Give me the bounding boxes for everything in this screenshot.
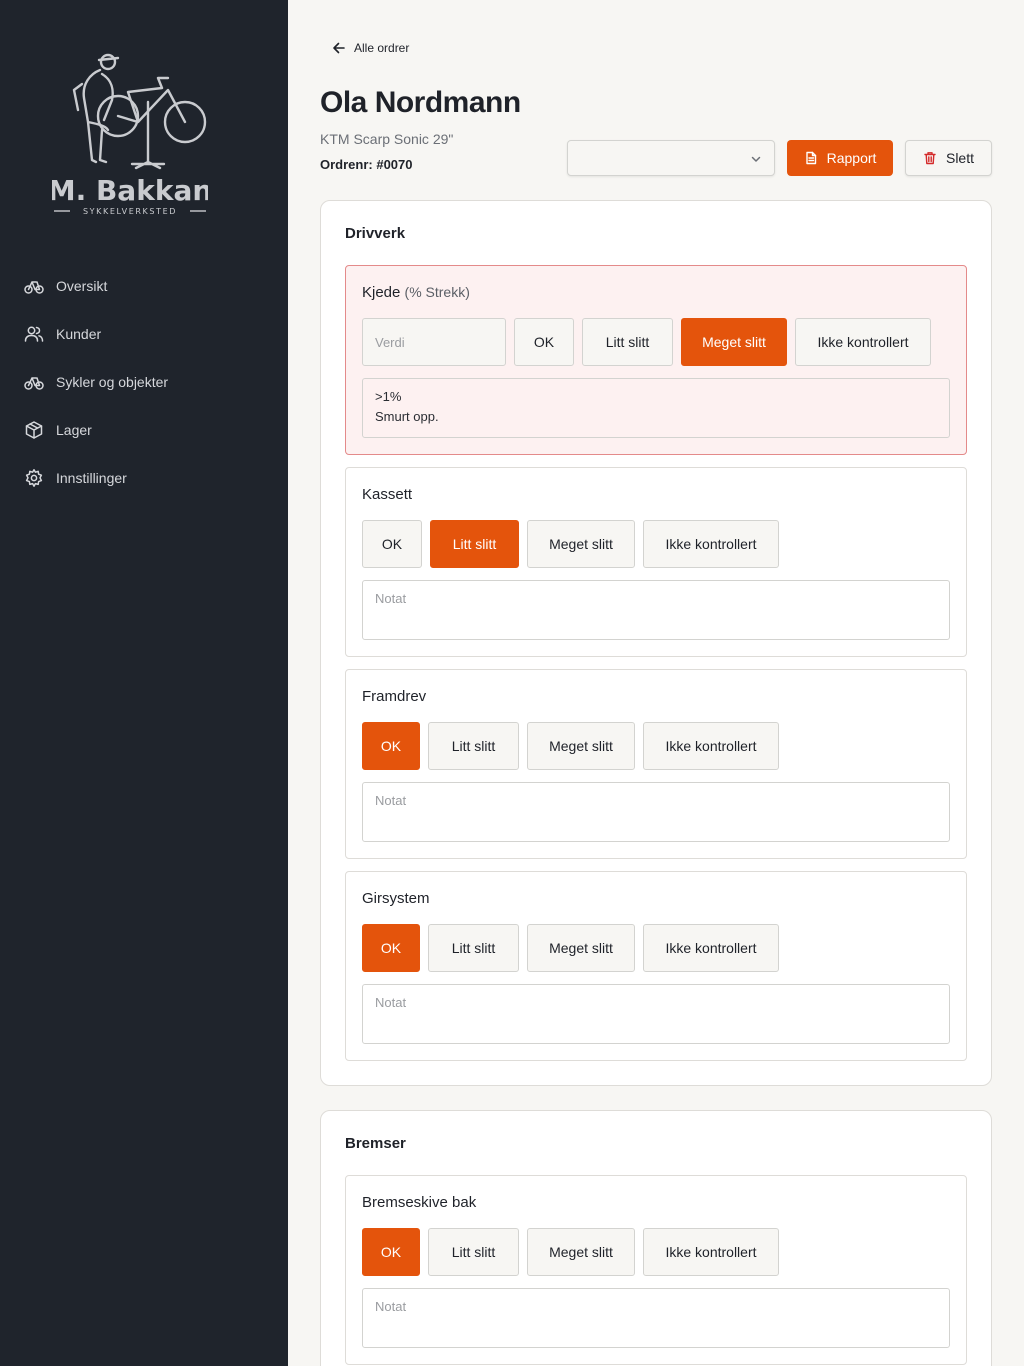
option-meget-slitt[interactable]: Meget slitt [527,1228,635,1276]
report-button-label: Rapport [826,150,877,166]
inspection-item-bremseskive-bak: Bremseskive bak OK Litt slitt Meget slit… [345,1175,967,1365]
sidebar-item-oversikt[interactable]: Oversikt [0,262,288,310]
page-title: Ola Nordmann [320,86,521,119]
bike-icon [24,377,44,390]
sidebar-item-label: Oversikt [56,278,108,294]
document-icon [805,151,816,165]
option-litt-slitt[interactable]: Litt slitt [428,1228,519,1276]
gear-icon [25,469,43,487]
bike-model: KTM Scarp Sonic 29" [320,131,454,147]
note-textarea[interactable]: Notat [362,984,950,1044]
bike-icon [24,281,44,294]
logo: M. Bakkan SYKKELVERKSTED [52,53,208,216]
option-litt-slitt[interactable]: Litt slitt [430,520,519,568]
main-nav: Oversikt Kunder Sykler og objekter Lager… [0,262,288,502]
condition-options: OK Litt slitt Meget slitt Ikke kontrolle… [362,1228,779,1276]
note-line: Smurt opp. [375,409,439,424]
back-to-orders-link[interactable]: Alle ordrer [332,38,409,58]
option-litt-slitt[interactable]: Litt slitt [428,924,519,972]
trash-icon [924,152,936,165]
box-icon [25,421,43,439]
sidebar-item-label: Kunder [56,326,102,342]
option-ikke-kontrollert[interactable]: Ikke kontrollert [643,520,779,568]
value-input[interactable]: Verdi [362,318,506,366]
section-drivverk: Drivverk Kjede (% Strekk) Verdi OK Litt … [320,200,992,1086]
item-title-text: Kjede [362,284,401,301]
report-button[interactable]: Rapport [787,140,893,176]
sidebar-item-sykler[interactable]: Sykler og objekter [0,358,288,406]
note-textarea[interactable]: Notat [362,1288,950,1348]
users-icon [24,326,44,342]
item-title: Kjede (% Strekk) [362,284,470,301]
note-textarea[interactable]: Notat [362,580,950,640]
sidebar-item-lager[interactable]: Lager [0,406,288,454]
condition-options: OK Litt slitt Meget slitt Ikke kontrolle… [362,520,779,568]
section-bremser: Bremser Bremseskive bak OK Litt slitt Me… [320,1110,992,1366]
option-ok[interactable]: OK [362,924,420,972]
option-meget-slitt[interactable]: Meget slitt [527,924,635,972]
sidebar-item-innstillinger[interactable]: Innstillinger [0,454,288,502]
option-ok[interactable]: OK [362,722,420,770]
option-ikke-kontrollert[interactable]: Ikke kontrollert [643,924,779,972]
section-title: Bremser [345,1135,406,1152]
condition-options: OK Litt slitt Meget slitt Ikke kontrolle… [362,924,779,972]
back-link-label: Alle ordrer [354,41,410,55]
note-textarea[interactable]: >1% Smurt opp. [362,378,950,438]
option-litt-slitt[interactable]: Litt slitt [582,318,673,366]
inspection-item-girsystem: Girsystem OK Litt slitt Meget slitt Ikke… [345,871,967,1061]
sidebar: M. Bakkan SYKKELVERKSTED Oversikt Kunder… [0,0,288,1366]
brand-tagline: SYKKELVERKSTED [83,207,177,216]
sidebar-item-label: Sykler og objekter [56,374,169,390]
option-meget-slitt[interactable]: Meget slitt [527,722,635,770]
note-line: >1% [375,389,402,404]
status-select[interactable] [567,140,775,176]
option-ok[interactable]: OK [362,1228,420,1276]
option-ikke-kontrollert[interactable]: Ikke kontrollert [643,1228,779,1276]
option-meget-slitt[interactable]: Meget slitt [681,318,787,366]
option-ikke-kontrollert[interactable]: Ikke kontrollert [643,722,779,770]
delete-button-label: Slett [945,150,974,166]
condition-options: OK Litt slitt Meget slitt Ikke kontrolle… [362,722,779,770]
item-title: Kassett [362,486,413,503]
item-title: Bremseskive bak [362,1194,477,1211]
inspection-item-framdrev: Framdrev OK Litt slitt Meget slitt Ikke … [345,669,967,859]
option-meget-slitt[interactable]: Meget slitt [527,520,635,568]
brand-name: M. Bakkan [52,174,208,207]
inspection-item-kassett: Kassett OK Litt slitt Meget slitt Ikke k… [345,467,967,657]
chevron-down-icon [751,156,761,162]
sidebar-item-label: Lager [56,422,92,438]
item-title: Framdrev [362,688,427,705]
option-ikke-kontrollert[interactable]: Ikke kontrollert [795,318,931,366]
main-content: Alle ordrer Ola Nordmann KTM Scarp Sonic… [288,0,1024,1366]
sidebar-item-kunder[interactable]: Kunder [0,310,288,358]
section-title: Drivverk [345,225,406,242]
inspection-item-kjede: Kjede (% Strekk) Verdi OK Litt slitt Meg… [345,265,967,455]
item-title: Girsystem [362,890,430,907]
option-ok[interactable]: OK [362,520,422,568]
option-litt-slitt[interactable]: Litt slitt [428,722,519,770]
option-ok[interactable]: OK [514,318,574,366]
sidebar-item-label: Innstillinger [56,470,127,486]
delete-button[interactable]: Slett [905,140,992,176]
note-textarea[interactable]: Notat [362,782,950,842]
item-unit: (% Strekk) [404,284,470,300]
order-number: Ordrenr: #0070 [320,157,413,172]
condition-options: Verdi OK Litt slitt Meget slitt Ikke kon… [362,318,931,366]
arrow-left-icon [333,42,345,54]
